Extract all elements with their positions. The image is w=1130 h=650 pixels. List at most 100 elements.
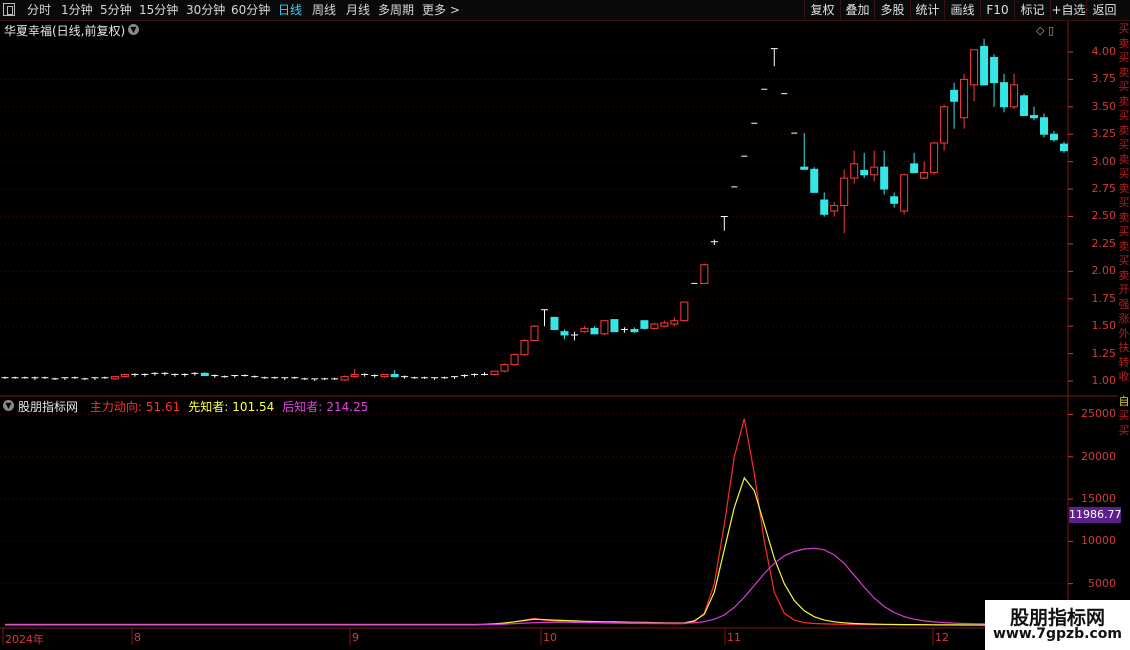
toolbar-button[interactable]: +自选 [1050,0,1086,20]
price-tick-label: 3.25 [1091,127,1117,141]
watermark-url: www.7gpzb.com [992,626,1122,642]
candlestick [890,192,899,208]
candlestick [900,173,909,215]
candlestick [560,329,569,340]
chart-canvas[interactable] [0,0,1130,650]
toolbar-button[interactable]: F10 [980,0,1014,20]
price-tick-label: 1.00 [1091,374,1117,388]
diamond-icon[interactable]: ◇ [1036,24,1044,37]
candlestick [570,331,578,341]
indicator-tick-label: 20000 [1081,449,1116,463]
period-tab[interactable]: 分时 [27,0,51,20]
x-axis-label: 11 [727,631,741,644]
period-tab[interactable]: 月线 [346,0,370,20]
candlestick [340,375,349,382]
candlestick [91,377,99,380]
price-tick-label: 1.25 [1091,346,1117,360]
candlestick [550,316,559,330]
candlestick [610,319,619,333]
candlestick [650,322,659,330]
candlestick [1050,130,1059,142]
strip-char: 买 [1118,109,1130,122]
strip-char: 卖 [1118,94,1130,108]
candlestick [141,373,149,377]
candlestick [151,372,159,376]
candlestick [680,301,689,322]
candlestick [120,373,129,378]
candlestick [840,169,849,233]
x-axis-label: 2024年 [5,633,44,646]
chevron-down-icon[interactable]: ▼ [128,24,139,35]
period-tab[interactable]: 日线 [278,0,302,20]
period-tab[interactable]: 30分钟 [186,0,225,20]
period-tab[interactable]: 多周期 [378,0,414,20]
candlestick [700,263,709,284]
candlestick [81,377,89,380]
period-tab[interactable]: 周线 [312,0,336,20]
candlestick [770,48,778,67]
candlestick [191,372,199,376]
candlestick [41,376,49,379]
strip-char: 转 [1118,355,1130,369]
candlestick [510,353,519,366]
indicator-legend-value: 101.54 [232,400,275,414]
candlestick [910,152,919,174]
strip-char: 买 [1118,423,1130,437]
candlestick [421,376,429,379]
candlestick [830,202,839,217]
candlestick [31,376,39,380]
candlestick [540,309,548,327]
candlestick [800,133,809,170]
period-tab[interactable]: 60分钟 [231,0,270,20]
strip-char: 开 [1118,283,1130,296]
maximize-icon[interactable]: ▯ [1048,24,1054,37]
toolbar-button[interactable]: 标记 [1014,0,1050,20]
strip-char: 买 [1118,409,1130,422]
candlestick [200,372,209,377]
candlestick [271,376,279,379]
strip-char: 扶 [1118,341,1130,354]
candlestick [281,377,289,380]
indicator-name: 股朋指标网 主力动向: 51.61 先知者: 101.54 后知者: 214.25 [18,398,368,415]
toolbar-button[interactable]: 返回 [1086,0,1122,20]
toolbar-button[interactable]: 复权 [804,0,840,20]
candlestick [880,150,889,195]
strip-char: 买 [1118,22,1130,35]
indicator-tick-label: 10000 [1081,534,1116,548]
candlestick [171,373,179,377]
period-tab[interactable]: 更多 > [422,0,460,20]
candlestick [1,376,9,379]
candlestick [940,104,949,151]
price-tick-label: 2.75 [1091,182,1117,196]
candlestick [630,327,639,333]
toolbar-button[interactable]: 画线 [944,0,980,20]
window-controls[interactable]: ◇ ▯ [1036,24,1054,37]
strip-char: 卖 [1118,123,1130,137]
toolbar-button[interactable]: 统计 [910,0,944,20]
right-side-strip[interactable]: 买卖买卖买卖买卖买卖买卖买卖买卖买卖开强涨外扶转收自买买 [1118,22,1130,650]
indicator-legend-item: 先知者: 101.54 [188,400,274,414]
menu-icon[interactable] [3,3,15,16]
candlestick [870,150,879,182]
period-tab[interactable]: 1分钟 [61,0,93,20]
candlestick [101,376,109,379]
x-axis-label: 8 [134,631,141,644]
candlestick [401,375,409,379]
price-tick-label: 2.00 [1091,264,1117,278]
candlestick [251,375,259,378]
strip-char: 卖 [1118,239,1130,253]
indicator-chevron-icon[interactable]: ▼ [3,400,14,411]
candlestick [231,375,239,378]
indicator-series-line [5,418,1054,626]
strip-char: 买 [1118,80,1130,93]
candlestick [431,377,439,380]
candlestick [930,141,939,175]
period-tab[interactable]: 5分钟 [100,0,132,20]
candlestick [411,376,419,379]
period-tab[interactable]: 15分钟 [139,0,178,20]
strip-char: 收 [1118,370,1130,383]
toolbar-button[interactable]: 多股 [874,0,910,20]
candlestick [221,375,229,378]
candlestick [810,167,819,193]
toolbar-button[interactable]: 叠加 [840,0,874,20]
